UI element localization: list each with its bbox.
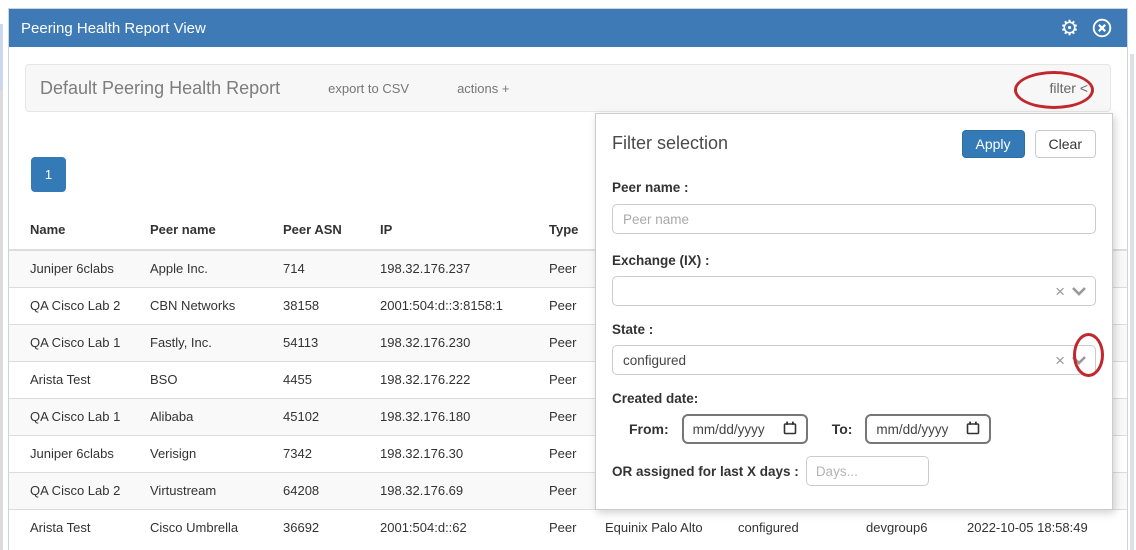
table-cell: Juniper 6clabs <box>9 250 142 288</box>
table-cell: 2001:504:d::3:8158:1 <box>372 288 541 325</box>
table-cell: 198.32.176.237 <box>372 250 541 288</box>
table-cell: Fastly, Inc. <box>142 325 275 362</box>
or-days-label: OR assigned for last X days : <box>612 464 799 479</box>
table-cell: 198.32.176.69 <box>372 473 541 510</box>
table-cell: 64208 <box>275 473 372 510</box>
calendar-icon[interactable] <box>783 421 797 438</box>
table-cell: Peer <box>541 473 597 510</box>
peer-name-input[interactable] <box>612 204 1096 234</box>
table-cell: Verisign <box>142 436 275 473</box>
table-cell: CBN Networks <box>142 288 275 325</box>
table-cell: Peer <box>541 510 597 547</box>
filter-panel-title: Filter selection <box>612 133 728 154</box>
table-cell: QA Cisco Lab 1 <box>9 325 142 362</box>
window-edge-artifact <box>0 90 3 550</box>
table-cell: QA Cisco Lab 2 <box>9 473 142 510</box>
table-cell: Peer <box>541 250 597 288</box>
table-cell: Peer <box>541 325 597 362</box>
table-cell: Arista Test <box>9 510 142 547</box>
page-title: Peering Health Report View <box>21 20 206 37</box>
actions-menu-link[interactable]: actions + <box>457 81 509 96</box>
filter-panel: Filter selection Apply Clear Peer name :… <box>595 113 1113 510</box>
table-cell: Juniper 6clabs <box>9 436 142 473</box>
state-select-value: configured <box>623 353 686 368</box>
titlebar: Peering Health Report View ⚙ <box>9 9 1127 47</box>
table-cell: 45102 <box>275 399 372 436</box>
created-date-label: Created date: <box>612 391 1096 406</box>
table-cell: Peer <box>541 362 597 399</box>
apply-button[interactable]: Apply <box>962 130 1025 158</box>
table-cell: 198.32.176.180 <box>372 399 541 436</box>
window-edge-artifact <box>0 24 3 90</box>
table-cell: 36692 <box>275 510 372 547</box>
table-cell: 198.32.176.30 <box>372 436 541 473</box>
chevron-down-icon[interactable] <box>1071 355 1087 365</box>
table-cell: devgroup6 <box>858 510 959 547</box>
table-cell: Alibaba <box>142 399 275 436</box>
table-cell: 198.32.176.222 <box>372 362 541 399</box>
clear-selection-icon[interactable]: × <box>1055 352 1065 369</box>
table-cell: Peer <box>541 436 597 473</box>
table-cell: 2022-10-05 18:58:49 <box>959 510 1127 547</box>
table-cell: Equinix Palo Alto <box>597 510 730 547</box>
table-cell: Arista Test <box>9 362 142 399</box>
clear-button[interactable]: Clear <box>1035 130 1096 158</box>
from-date-input[interactable]: mm/dd/yyyy <box>682 414 808 444</box>
table-cell: 714 <box>275 250 372 288</box>
calendar-icon[interactable] <box>966 421 980 438</box>
column-header: Type <box>541 212 597 250</box>
days-input[interactable] <box>806 456 929 486</box>
table-cell: BSO <box>142 362 275 399</box>
table-cell: 7342 <box>275 436 372 473</box>
table-cell: Peer <box>541 288 597 325</box>
export-csv-link[interactable]: export to CSV <box>328 81 409 96</box>
report-title: Default Peering Health Report <box>40 78 280 99</box>
table-cell: Cisco Umbrella <box>142 510 275 547</box>
gear-icon[interactable]: ⚙ <box>1060 18 1079 39</box>
page-1-button[interactable]: 1 <box>31 157 66 192</box>
exchange-select[interactable]: × <box>612 276 1096 306</box>
filter-toggle-link[interactable]: filter < <box>1049 80 1088 96</box>
column-header: Peer name <box>142 212 275 250</box>
table-cell: Apple Inc. <box>142 250 275 288</box>
from-label: From: <box>629 421 669 437</box>
chevron-down-icon[interactable] <box>1071 286 1087 296</box>
peer-name-label: Peer name : <box>612 180 1096 195</box>
table-cell: QA Cisco Lab 2 <box>9 288 142 325</box>
table-cell: Peer <box>541 399 597 436</box>
clear-selection-icon[interactable]: × <box>1055 283 1065 300</box>
to-label: To: <box>832 421 853 437</box>
table-cell: 198.32.176.230 <box>372 325 541 362</box>
table-cell: 2001:504:d::62 <box>372 510 541 547</box>
table-cell: 4455 <box>275 362 372 399</box>
table-row: Arista TestCisco Umbrella366922001:504:d… <box>9 510 1127 547</box>
close-circle-icon[interactable] <box>1091 17 1113 39</box>
exchange-label: Exchange (IX) : <box>612 253 1096 268</box>
state-select[interactable]: configured × <box>612 345 1096 375</box>
table-cell: 54113 <box>275 325 372 362</box>
column-header: IP <box>372 212 541 250</box>
table-cell: configured <box>730 510 858 547</box>
window-edge-artifact <box>1130 54 1134 550</box>
report-toolbar: Default Peering Health Report export to … <box>25 64 1111 112</box>
table-cell: 38158 <box>275 288 372 325</box>
column-header: Peer ASN <box>275 212 372 250</box>
table-cell: Virtustream <box>142 473 275 510</box>
column-header: Name <box>9 212 142 250</box>
to-date-input[interactable]: mm/dd/yyyy <box>865 414 991 444</box>
state-label: State : <box>612 322 1096 337</box>
table-cell: QA Cisco Lab 1 <box>9 399 142 436</box>
